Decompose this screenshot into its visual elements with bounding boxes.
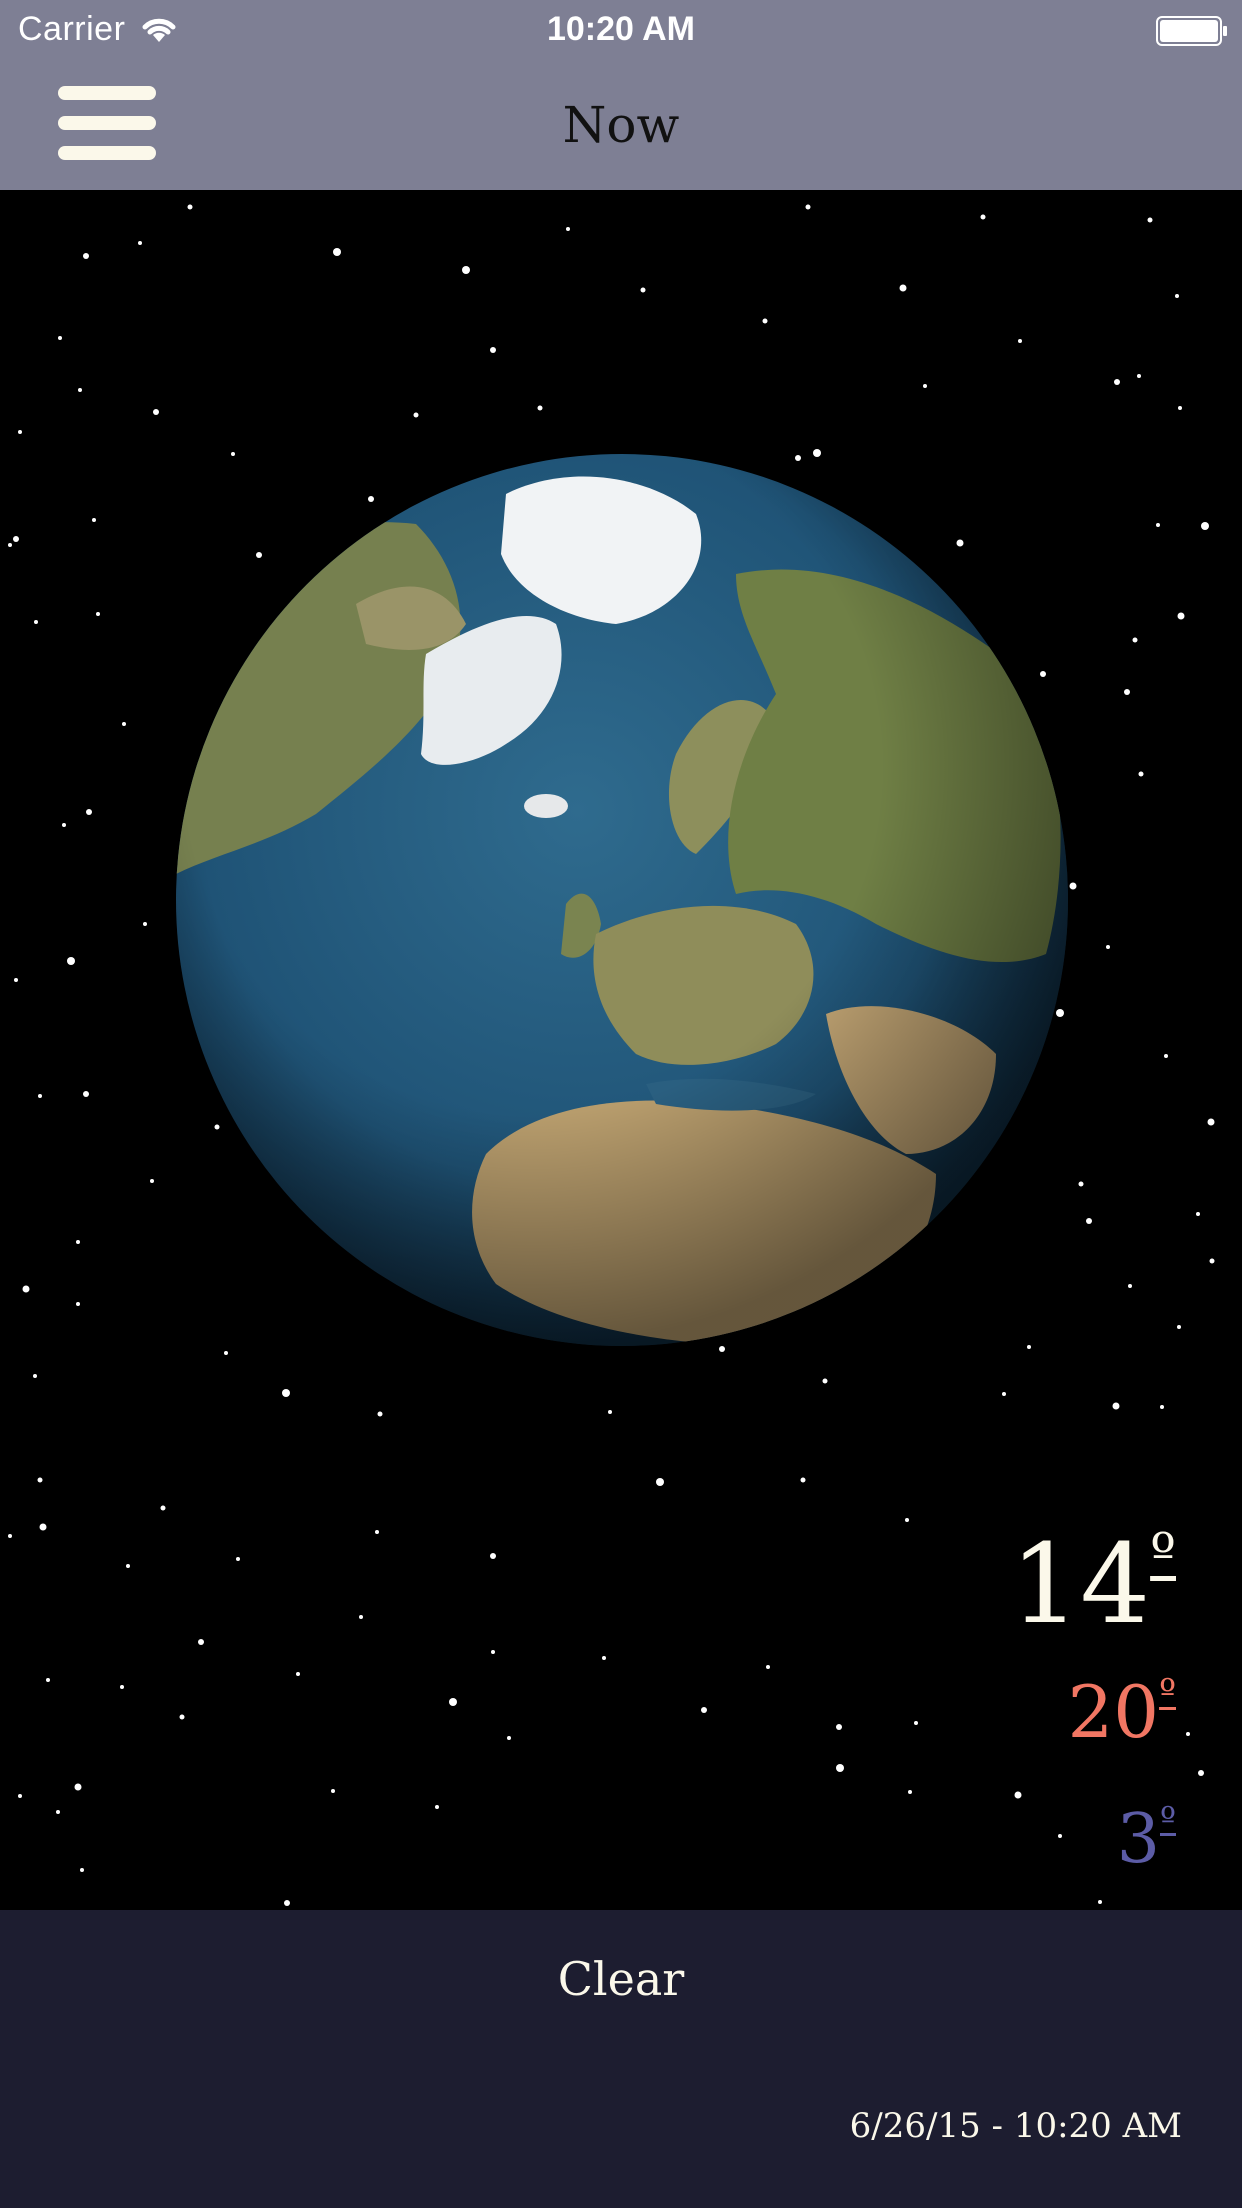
space-background: 14º 20º 3º	[0, 190, 1242, 1910]
page-title: Now	[562, 96, 680, 154]
nav-bar: Now	[0, 60, 1242, 190]
low-temp-value: 3	[1116, 1800, 1160, 1879]
weather-condition: Clear	[557, 1952, 685, 2006]
current-temp-value: 14	[1010, 1520, 1151, 1648]
degree-symbol: º	[1159, 1672, 1176, 1714]
earth-globe-image	[176, 454, 1068, 1346]
high-temp-value: 20	[1067, 1670, 1160, 1754]
status-bar: Carrier 10:20 AM	[0, 0, 1242, 60]
degree-symbol: º	[1150, 1521, 1176, 1586]
battery-icon	[1156, 16, 1227, 46]
current-temperature: 14º	[1010, 1520, 1176, 1648]
weather-summary-panel: Clear 6/26/15 - 10:20 AM	[0, 1910, 1242, 2208]
weather-screen: Carrier 10:20 AM Now 14º 20º 3º Clear 6/…	[0, 0, 1242, 2208]
header: Carrier 10:20 AM Now	[0, 0, 1242, 190]
degree-symbol: º	[1160, 1800, 1176, 1841]
low-temperature: 3º	[1117, 1800, 1176, 1879]
last-updated-timestamp: 6/26/15 - 10:20 AM	[849, 2106, 1182, 2146]
high-temperature: 20º	[1067, 1670, 1176, 1754]
status-time: 10:20 AM	[546, 10, 696, 48]
